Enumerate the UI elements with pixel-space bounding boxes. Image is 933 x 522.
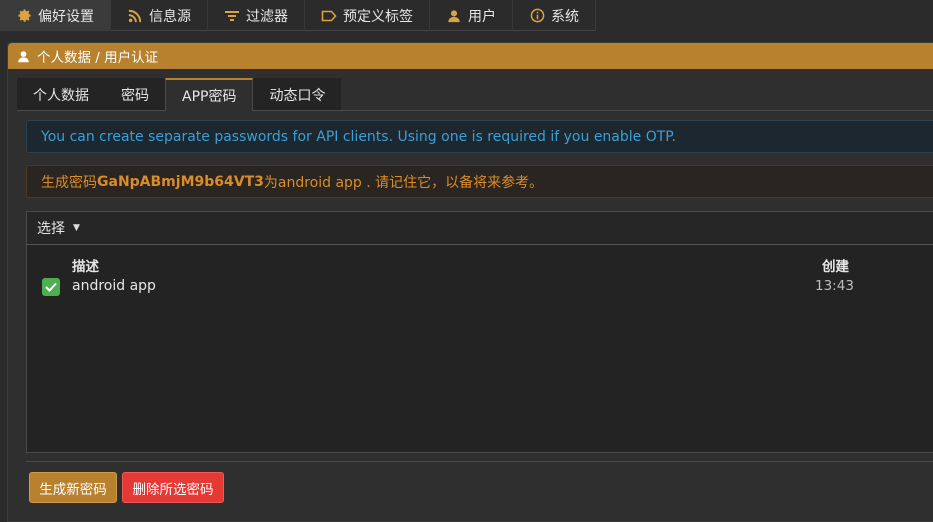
gear-icon [16, 8, 32, 24]
generated-password: GaNpABmjM9b64VT3 [97, 173, 264, 190]
tab-otp[interactable]: 动态口令 [253, 78, 342, 111]
table-row[interactable]: android app 13:43 [27, 276, 927, 298]
label-icon [321, 8, 337, 24]
generated-password-alert: 生成密码 GaNpABmjM9b64VT3 为android app . 请记住它，… [26, 165, 933, 198]
alert-suffix: 为android app . 请记住它，以备将来参考。 [263, 174, 544, 191]
top-navigation: 偏好设置 信息源 过滤器 预定义标签 用户 系统 [0, 0, 933, 31]
row-checkbox[interactable] [42, 278, 60, 296]
user-icon [446, 8, 462, 24]
nav-item-label: 预定义标签 [343, 8, 413, 25]
info-alert: You can create separate passwords for AP… [26, 120, 933, 153]
tab-personal-data[interactable]: 个人数据 [17, 78, 105, 111]
nav-item-preferences[interactable]: 偏好设置 [0, 0, 111, 31]
nav-item-label: 偏好设置 [38, 8, 94, 25]
nav-item-filters[interactable]: 过滤器 [208, 0, 305, 31]
tab-app-passwords[interactable]: APP密码 [165, 78, 254, 111]
app-password-table: 选择 ▼ 描述 创建 android app 13:43 [26, 211, 933, 453]
nav-item-label: 信息源 [149, 8, 191, 25]
rss-icon [127, 8, 143, 24]
user-icon [17, 49, 31, 63]
select-dropdown[interactable]: 选择 [37, 218, 65, 238]
nav-item-system[interactable]: 系统 [513, 0, 596, 31]
panel-header: 个人数据 / 用户认证 [8, 43, 933, 69]
auth-panel: 个人数据 / 用户认证 个人数据 密码 APP密码 动态口令 You can c… [7, 42, 933, 522]
info-icon [529, 8, 545, 24]
nav-item-users[interactable]: 用户 [430, 0, 513, 31]
tab-bar: 个人数据 密码 APP密码 动态口令 [17, 78, 342, 111]
table-toolbar: 选择 ▼ [27, 212, 933, 245]
footer-divider [26, 461, 933, 462]
column-header-created: 创建 [822, 259, 849, 275]
checkmark-icon [45, 282, 57, 292]
tab-divider [17, 110, 933, 111]
nav-item-feeds[interactable]: 信息源 [111, 0, 208, 31]
chevron-down-icon[interactable]: ▼ [73, 223, 80, 233]
top-navigation-bar: 偏好设置 信息源 过滤器 预定义标签 用户 系统 [0, 0, 596, 31]
cell-created: 13:43 [815, 278, 854, 294]
nav-item-labels[interactable]: 预定义标签 [305, 0, 430, 31]
panel-title: 个人数据 / 用户认证 [37, 50, 159, 66]
cell-description: android app [72, 278, 156, 294]
nav-item-label: 用户 [468, 8, 496, 25]
generate-password-button[interactable]: 生成新密码 [29, 472, 117, 503]
nav-item-label: 系统 [551, 8, 579, 25]
nav-item-label: 过滤器 [246, 8, 288, 25]
filter-icon [224, 8, 240, 24]
alert-prefix: 生成密码 [41, 174, 97, 191]
tab-password[interactable]: 密码 [105, 78, 165, 111]
delete-selected-button[interactable]: 删除所选密码 [122, 472, 224, 503]
column-header-description: 描述 [72, 259, 99, 275]
